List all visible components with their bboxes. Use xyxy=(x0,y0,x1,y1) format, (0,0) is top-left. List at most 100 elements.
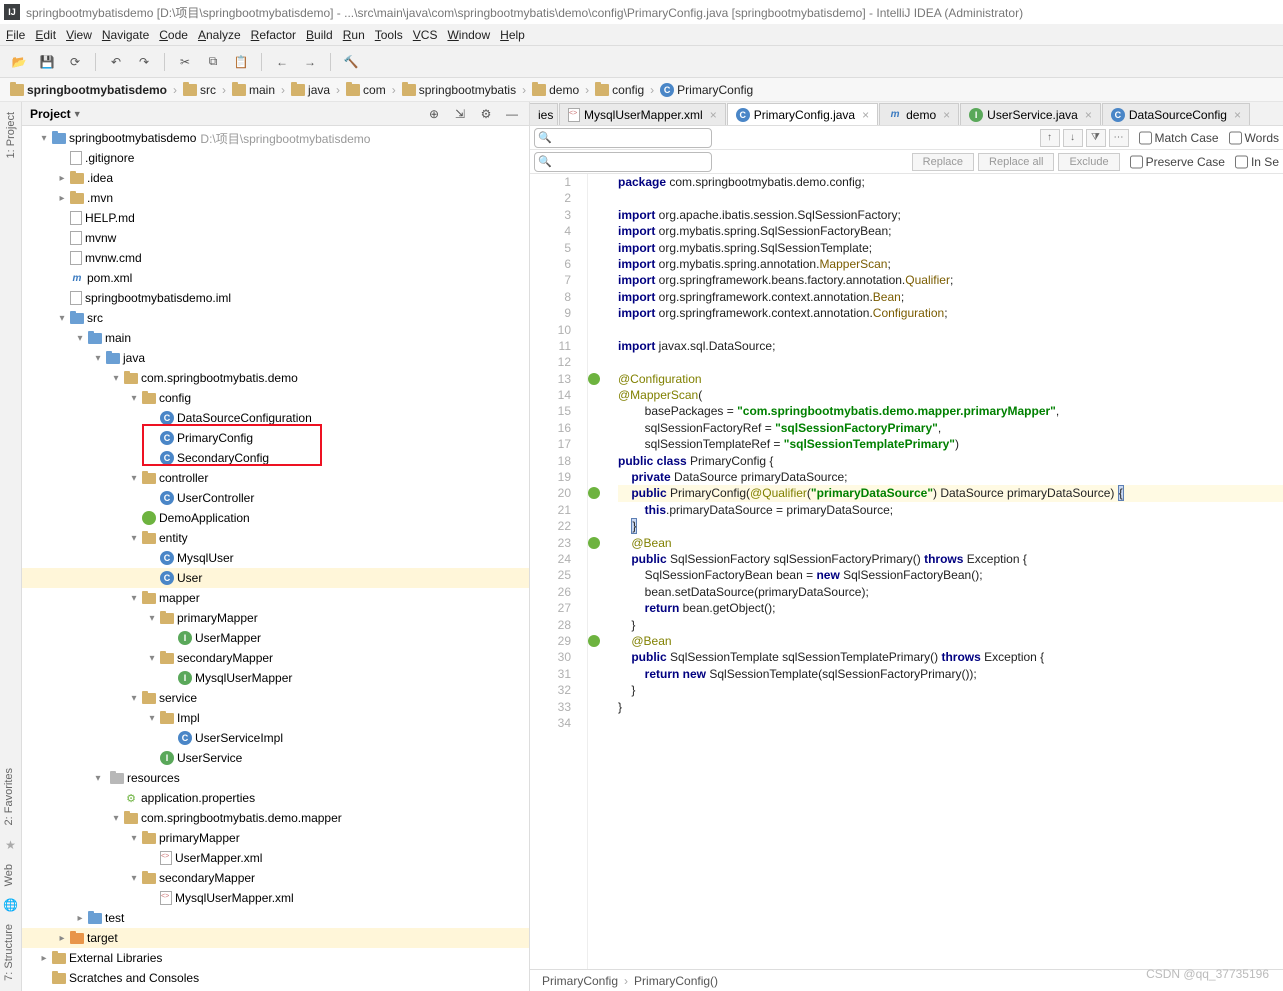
tree-item[interactable]: ▸.idea xyxy=(22,168,529,188)
redo-icon[interactable]: ↷ xyxy=(133,51,155,73)
project-tool[interactable]: 1: Project xyxy=(5,108,17,162)
close-icon[interactable]: × xyxy=(862,108,869,122)
spring-bean-icon[interactable] xyxy=(588,537,600,549)
code-line[interactable]: @Configuration xyxy=(618,371,1283,387)
copy-icon[interactable]: ⧉ xyxy=(202,51,224,73)
code-line[interactable]: @MapperScan( xyxy=(618,387,1283,403)
code-line[interactable]: @Bean xyxy=(618,535,1283,551)
menu-help[interactable]: Help xyxy=(500,28,525,42)
code-line[interactable]: @Bean xyxy=(618,633,1283,649)
tree-item[interactable]: mvnw xyxy=(22,228,529,248)
structure-tool[interactable]: 7: Structure xyxy=(3,920,15,985)
tree-item[interactable]: ▾secondaryMapper xyxy=(22,648,529,668)
find-input[interactable] xyxy=(534,128,712,148)
code-line[interactable] xyxy=(618,354,1283,370)
preserve-case-check[interactable]: Preserve Case xyxy=(1130,152,1225,172)
replace-input[interactable] xyxy=(534,152,712,172)
menu-refactor[interactable]: Refactor xyxy=(251,28,296,42)
tree-item[interactable]: HELP.md xyxy=(22,208,529,228)
tree-item[interactable]: ▾com.springbootmybatis.demo xyxy=(22,368,529,388)
undo-icon[interactable]: ↶ xyxy=(105,51,127,73)
editor-tab[interactable]: C PrimaryConfig.java× xyxy=(727,103,878,125)
menu-view[interactable]: View xyxy=(66,28,92,42)
tree-item[interactable]: ▾resources xyxy=(22,768,529,788)
menu-file[interactable]: File xyxy=(6,28,25,42)
code-line[interactable]: } xyxy=(618,518,1283,534)
tree-item[interactable]: IMysqlUserMapper xyxy=(22,668,529,688)
spring-bean-icon[interactable] xyxy=(588,487,600,499)
tree-item[interactable]: ▾entity xyxy=(22,528,529,548)
tree-item[interactable]: IUserService xyxy=(22,748,529,768)
tree-item[interactable]: MysqlUserMapper.xml xyxy=(22,888,529,908)
filter-icon[interactable]: ⧩ xyxy=(1086,129,1106,147)
sync-icon[interactable]: ⟳ xyxy=(64,51,86,73)
tree-item[interactable]: mvnw.cmd xyxy=(22,248,529,268)
close-icon[interactable]: × xyxy=(943,108,950,122)
close-icon[interactable]: × xyxy=(1085,108,1092,122)
code-line[interactable]: public SqlSessionFactory sqlSessionFacto… xyxy=(618,551,1283,567)
panel-title[interactable]: Project ▼ xyxy=(30,107,82,121)
tree-item[interactable]: ▸test xyxy=(22,908,529,928)
back-icon[interactable]: ← xyxy=(271,51,293,73)
match-case-check[interactable]: Match Case xyxy=(1139,128,1219,148)
tree-item[interactable]: CDataSourceConfiguration xyxy=(22,408,529,428)
build-icon[interactable]: 🔨 xyxy=(340,51,362,73)
cut-icon[interactable]: ✂ xyxy=(174,51,196,73)
tree-item[interactable]: mpom.xml xyxy=(22,268,529,288)
tree-item[interactable]: DemoApplication xyxy=(22,508,529,528)
code-line[interactable]: import org.apache.ibatis.session.SqlSess… xyxy=(618,207,1283,223)
web-tool[interactable]: Web xyxy=(3,860,15,890)
breadcrumb-item[interactable]: C PrimaryConfig xyxy=(660,83,753,97)
menu-run[interactable]: Run xyxy=(343,28,365,42)
hide-icon[interactable]: — xyxy=(501,103,523,125)
breadcrumb-item[interactable]: src xyxy=(183,83,216,97)
code-line[interactable]: basePackages = "com.springbootmybatis.de… xyxy=(618,403,1283,419)
tree-item[interactable]: CUserServiceImpl xyxy=(22,728,529,748)
tree-item[interactable]: ▾primaryMapper xyxy=(22,608,529,628)
breadcrumb-item[interactable]: springbootmybatisdemo xyxy=(10,83,167,97)
editor-tab[interactable]: I UserService.java× xyxy=(960,103,1101,125)
code-line[interactable]: return new SqlSessionTemplate(sqlSession… xyxy=(618,666,1283,682)
in-selection-check[interactable]: In Se xyxy=(1235,152,1279,172)
paste-icon[interactable]: 📋 xyxy=(230,51,252,73)
menu-code[interactable]: Code xyxy=(159,28,188,42)
favorites-tool[interactable]: 2: Favorites xyxy=(3,764,15,829)
target-icon[interactable]: ⊕ xyxy=(423,103,445,125)
tree-item[interactable]: CUserController xyxy=(22,488,529,508)
code-line[interactable]: } xyxy=(618,617,1283,633)
code-line[interactable] xyxy=(618,322,1283,338)
code-line[interactable]: import org.springframework.context.annot… xyxy=(618,289,1283,305)
tree-item[interactable]: ▾primaryMapper xyxy=(22,828,529,848)
breadcrumb-item[interactable]: main xyxy=(232,83,275,97)
code-line[interactable] xyxy=(618,190,1283,206)
breadcrumb-item[interactable]: com xyxy=(346,83,386,97)
editor-tab[interactable]: C DataSourceConfig× xyxy=(1102,103,1250,125)
breadcrumb-item[interactable]: springbootmybatis xyxy=(402,83,516,97)
code-line[interactable]: import org.springframework.beans.factory… xyxy=(618,272,1283,288)
words-check[interactable]: Words xyxy=(1229,128,1279,148)
tree-item[interactable]: ▾src xyxy=(22,308,529,328)
tree-item[interactable]: ▾java xyxy=(22,348,529,368)
tree-item[interactable]: ▸.mvn xyxy=(22,188,529,208)
spring-bean-icon[interactable] xyxy=(588,635,600,647)
code-line[interactable]: sqlSessionTemplateRef = "sqlSessionTempl… xyxy=(618,436,1283,452)
code-line[interactable]: import org.mybatis.spring.SqlSessionTemp… xyxy=(618,240,1283,256)
menu-build[interactable]: Build xyxy=(306,28,333,42)
tree-item[interactable]: ▾controller xyxy=(22,468,529,488)
tree-item[interactable]: ▾config xyxy=(22,388,529,408)
code-line[interactable]: public class PrimaryConfig { xyxy=(618,453,1283,469)
breadcrumb-item[interactable]: java xyxy=(291,83,330,97)
tree-item[interactable]: springbootmybatisdemo.iml xyxy=(22,288,529,308)
code-line[interactable]: public SqlSessionTemplate sqlSessionTemp… xyxy=(618,649,1283,665)
tree-item[interactable]: ▾mapper xyxy=(22,588,529,608)
menu-navigate[interactable]: Navigate xyxy=(102,28,149,42)
tree-item[interactable]: application.properties xyxy=(22,788,529,808)
tree-item[interactable]: CUser xyxy=(22,568,529,588)
code-line[interactable]: import org.mybatis.spring.SqlSessionFact… xyxy=(618,223,1283,239)
tree-item[interactable]: ▾service xyxy=(22,688,529,708)
breadcrumb-item[interactable]: config xyxy=(595,83,644,97)
code-line[interactable]: public PrimaryConfig(@Qualifier("primary… xyxy=(618,485,1283,501)
code-line[interactable]: bean.setDataSource(primaryDataSource); xyxy=(618,584,1283,600)
more-icon[interactable]: ⋯ xyxy=(1109,129,1129,147)
tree-item[interactable]: UserMapper.xml xyxy=(22,848,529,868)
